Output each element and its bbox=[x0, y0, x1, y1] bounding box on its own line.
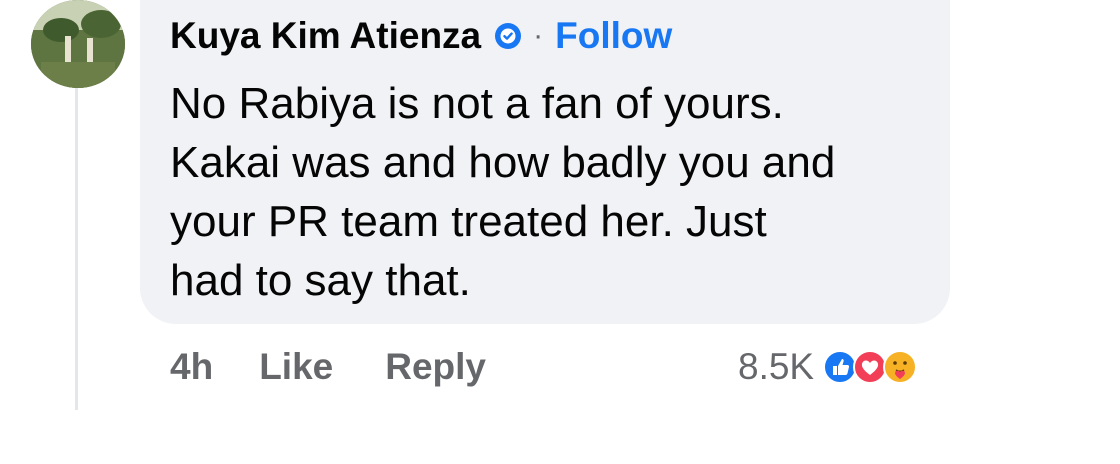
follow-button[interactable]: Follow bbox=[555, 15, 672, 57]
avatar-photo bbox=[31, 0, 125, 88]
author-name[interactable]: Kuya Kim Atienza bbox=[170, 15, 481, 57]
care-icon bbox=[883, 350, 918, 384]
reactions-summary[interactable]: 8.5K bbox=[738, 342, 918, 392]
comment-text: No Rabiya is not a fan of yours. Kakai w… bbox=[170, 79, 836, 305]
like-button[interactable]: Like bbox=[259, 346, 333, 388]
thread-line bbox=[75, 88, 78, 410]
separator-dot: · bbox=[533, 19, 544, 52]
reaction-icons bbox=[822, 349, 918, 385]
comment-header: Kuya Kim Atienza · Follow bbox=[170, 14, 672, 58]
verified-badge-icon bbox=[495, 23, 522, 49]
timestamp[interactable]: 4h bbox=[170, 346, 213, 388]
comment-actions: 4h Like Reply bbox=[170, 342, 538, 392]
reaction-count: 8.5K bbox=[738, 346, 815, 387]
avatar[interactable] bbox=[31, 0, 125, 88]
reply-button[interactable]: Reply bbox=[385, 346, 486, 388]
